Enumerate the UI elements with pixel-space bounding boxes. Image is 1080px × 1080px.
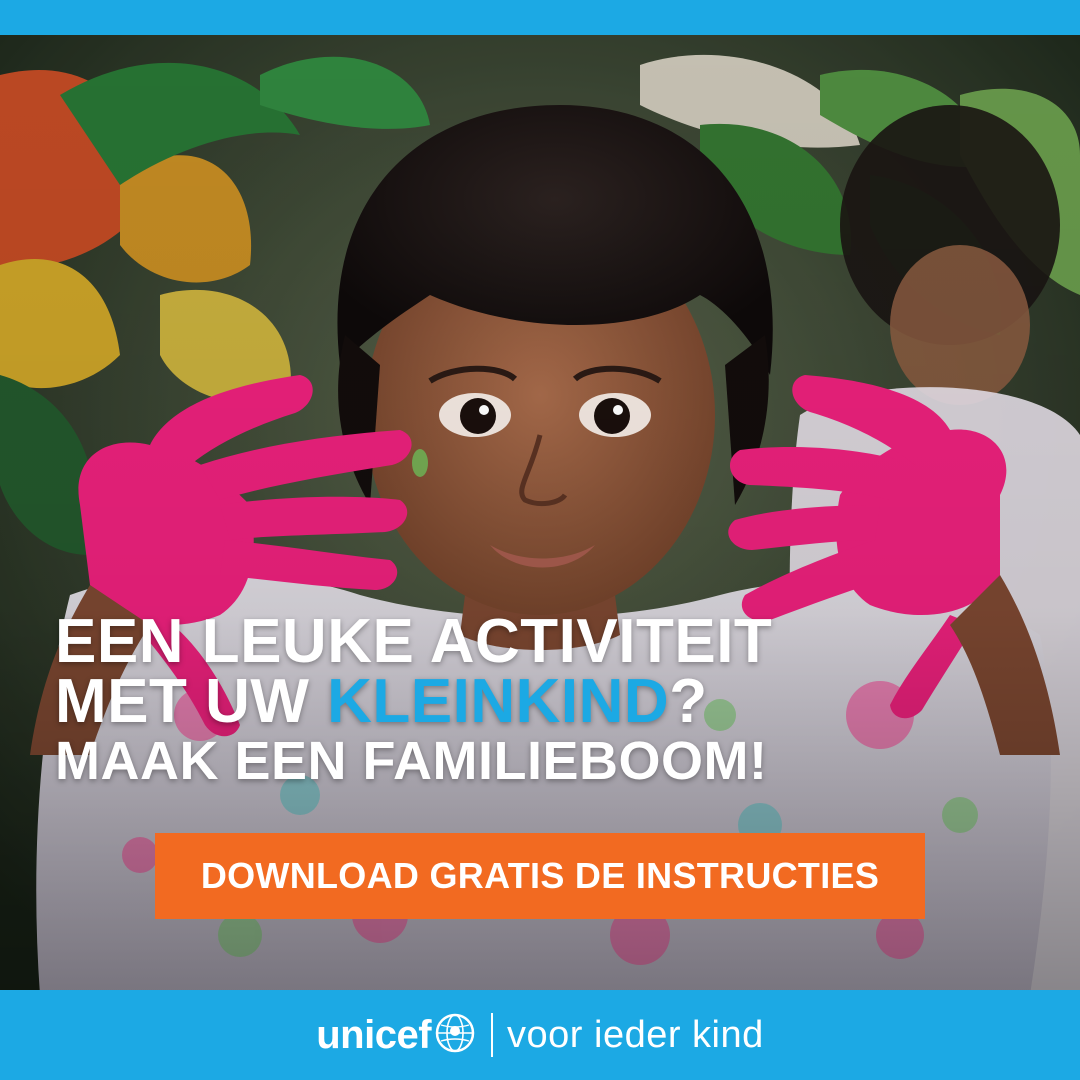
headline-highlight-word: KLEINKIND [327, 667, 670, 736]
unicef-logo-text: unicef [316, 1012, 432, 1057]
footer-divider [491, 1013, 494, 1057]
download-instructions-button[interactable]: DOWNLOAD GRATIS DE INSTRUCTIES [155, 833, 925, 919]
headline: EEN LEUKE ACTIVITEIT MET UW KLEINKIND? M… [55, 607, 1035, 791]
headline-line-2: MET UW KLEINKIND? [55, 671, 1035, 733]
footer: unicef voor ieder kind [0, 990, 1080, 1080]
unicef-globe-emblem-icon [435, 1013, 475, 1058]
headline-line-2-prefix: MET UW [55, 667, 328, 736]
footer-tagline: voor ieder kind [507, 1013, 764, 1056]
headline-line-1: EEN LEUKE ACTIVITEIT [55, 607, 773, 676]
headline-line-2-suffix: ? [669, 667, 708, 736]
headline-line-3: MAAK EEN FAMILIEBOOM! [55, 731, 768, 791]
